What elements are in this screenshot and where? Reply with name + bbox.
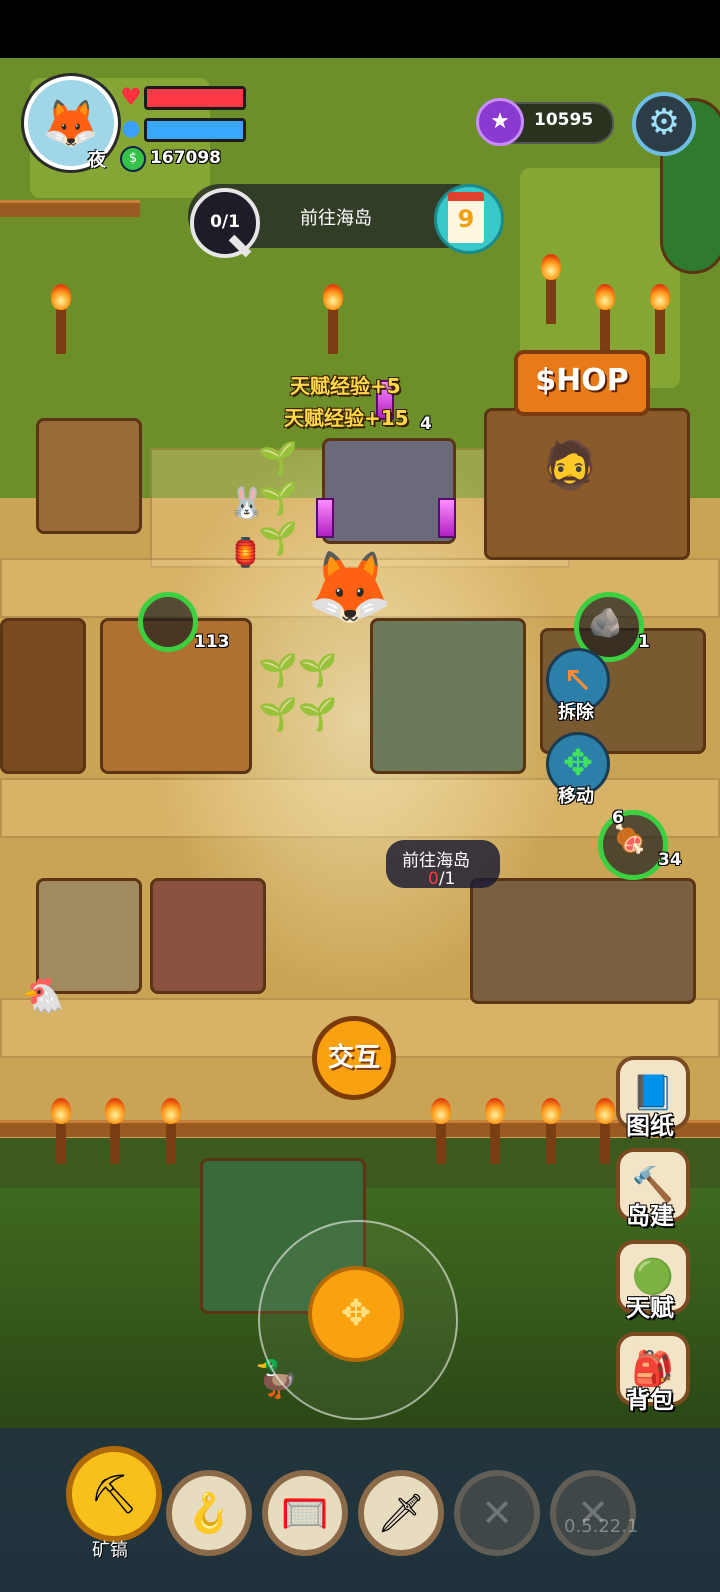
pickaxe-icon: ⛏ — [89, 1472, 139, 1516]
stone-icon: 🪨 — [588, 606, 623, 639]
furnace-progress[interactable] — [138, 592, 198, 652]
sprout-crop[interactable]: 🌱🌱 🌱🌱 — [258, 648, 358, 758]
settings-gear-icon[interactable]: ⚙ — [632, 92, 696, 156]
hotbar-slot-pickaxe[interactable]: ⛏ — [66, 1446, 162, 1542]
interact-button[interactable]: 交互 — [312, 1016, 396, 1100]
backpack-label: 背包 — [626, 1386, 674, 1414]
sprout-crop[interactable]: 🌱 🌱 🌱 — [258, 438, 308, 558]
energy-bar-fill — [147, 121, 243, 139]
dpad-arrows-icon: ✥ — [340, 1293, 372, 1334]
health-bar-fill — [147, 89, 243, 107]
talent-label: 天赋 — [626, 1294, 674, 1322]
shop-sign: $HOP — [514, 350, 650, 416]
torch-flame-icon — [161, 1098, 181, 1124]
cooking-station[interactable] — [470, 878, 696, 1004]
torch — [436, 1118, 446, 1164]
hotbar-slot-hook[interactable]: 🪝 — [166, 1470, 252, 1556]
sword-icon: 🗡 — [376, 1491, 426, 1535]
torch-flame-icon — [323, 284, 343, 310]
version-label: 0.5.22.1 — [564, 1516, 639, 1537]
demolish-label: 拆除 — [558, 702, 594, 723]
crystal-altar[interactable] — [322, 438, 456, 544]
hotbar-slot-empty[interactable]: ✕ — [550, 1470, 636, 1556]
quest-text: 前往海岛 — [300, 208, 372, 229]
torch-flame-icon — [431, 1098, 451, 1124]
star-gem-icon: ★ — [476, 98, 524, 146]
torch — [655, 308, 665, 354]
search-icon: 0/1 — [190, 188, 260, 258]
torch — [490, 1118, 500, 1164]
torch — [546, 1118, 556, 1164]
torch-flame-icon — [51, 284, 71, 310]
bug-net-icon: 🥅 — [281, 1491, 329, 1535]
destination-current: 0 — [428, 869, 439, 889]
meat-total: 34 — [658, 850, 682, 870]
coin-count: 167098 — [150, 148, 221, 168]
move-label: 移动 — [558, 786, 594, 807]
furnace-count: 113 — [194, 632, 230, 652]
hotbar-slot-net[interactable]: 🥅 — [262, 1470, 348, 1556]
energy-bar — [144, 118, 246, 142]
destination-total: /1 — [438, 869, 456, 889]
health-bar — [144, 86, 246, 110]
hotbar-slot-empty[interactable]: ✕ — [454, 1470, 540, 1556]
torch-flame-icon — [51, 1098, 71, 1124]
stone-furnace[interactable] — [370, 618, 526, 774]
quest-progress: 0/1 — [210, 212, 240, 232]
torch — [546, 278, 556, 324]
time-of-day: 夜 — [88, 150, 106, 171]
meat-count: 6 — [612, 808, 624, 828]
blueprint-label: 图纸 — [626, 1112, 674, 1140]
npc-merchant[interactable]: 🧔 — [540, 438, 600, 508]
torch — [166, 1118, 176, 1164]
crystal-icon — [438, 498, 456, 538]
talent-exp-popup: 天赋经验+15 — [284, 406, 409, 430]
torch-flame-icon — [541, 1098, 561, 1124]
torch-flame-icon — [595, 1098, 615, 1124]
destination-count: 0/1 — [428, 869, 455, 889]
torch — [110, 1118, 120, 1164]
torch-flame-icon — [105, 1098, 125, 1124]
torch-flame-icon — [485, 1098, 505, 1124]
shield-icon: ● — [121, 116, 141, 141]
fence — [0, 1120, 720, 1137]
torch-flame-icon — [541, 254, 561, 280]
torch-flame-icon — [595, 284, 615, 310]
chicken[interactable]: 🐔 — [22, 976, 72, 1020]
torch — [600, 308, 610, 354]
coin-icon: $ — [120, 146, 146, 172]
hotbar-slot-sword[interactable]: 🗡 — [358, 1470, 444, 1556]
island-build-label: 岛建 — [626, 1202, 674, 1230]
joystick-knob[interactable]: ✥ — [308, 1266, 404, 1362]
selected-tool-label: 矿镐 — [92, 1540, 128, 1561]
cauldron[interactable] — [150, 878, 266, 994]
torch — [600, 1118, 610, 1164]
fence — [0, 200, 140, 217]
heart-icon: ♥ — [120, 83, 142, 111]
altar-count: 4 — [420, 414, 432, 434]
calendar-icon: 9 — [448, 192, 484, 243]
interact-label: 交互 — [327, 1043, 380, 1073]
fox-avatar-icon: 🦊 — [42, 95, 100, 150]
stone-count: 1 — [638, 632, 650, 652]
torch-flame-icon — [650, 284, 670, 310]
torch — [56, 308, 66, 354]
locked-slot-icon: ✕ — [481, 1491, 513, 1535]
torch — [328, 308, 338, 354]
player-character[interactable]: 🦊 — [306, 532, 393, 648]
destination-title: 前往海岛 — [402, 851, 470, 871]
gem-count: 10595 — [534, 110, 594, 130]
talent-exp-popup: 天赋经验+5 — [290, 374, 401, 398]
workbench[interactable] — [36, 418, 142, 534]
hook-icon: 🪝 — [185, 1491, 233, 1535]
torch — [56, 1118, 66, 1164]
loom[interactable] — [0, 618, 86, 774]
